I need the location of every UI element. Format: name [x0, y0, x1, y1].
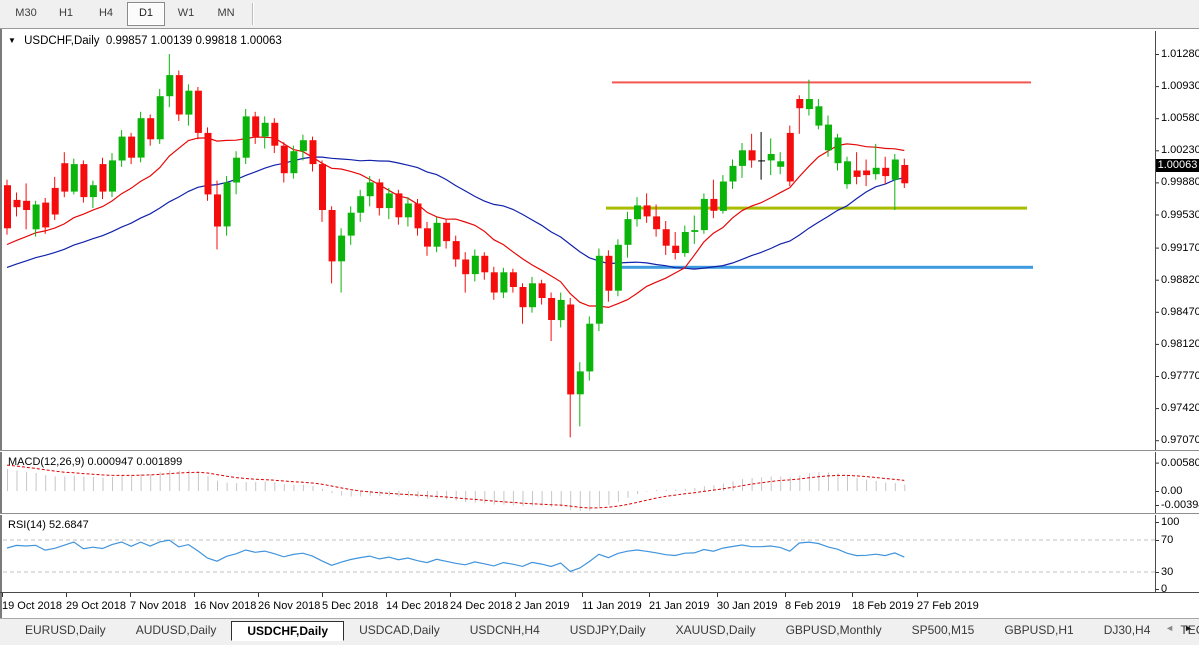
tab-gbpusd-h1[interactable]: GBPUSD,H1 — [989, 621, 1088, 640]
price-axis-label: 0.98120 — [1161, 338, 1199, 350]
axis-divider — [1155, 31, 1156, 593]
rsi-axis-label: 70 — [1161, 534, 1173, 546]
chart-title: ▼ USDCHF,Daily 0.99857 1.00139 0.99818 1… — [8, 35, 282, 47]
price-axis-label: 0.99880 — [1161, 176, 1199, 188]
price-axis-label: 0.99530 — [1161, 209, 1199, 221]
timeframe-button-m30[interactable]: M30 — [7, 2, 45, 26]
date-axis-label: 26 Nov 2018 — [258, 600, 320, 612]
price-axis-label: 0.97420 — [1161, 402, 1199, 414]
date-axis-label: 19 Oct 2018 — [2, 600, 62, 612]
date-axis-label: 18 Feb 2019 — [852, 600, 914, 612]
tab-scroll-arrows: ◄ ► — [1165, 622, 1193, 634]
toolbar-separator — [252, 3, 254, 25]
price-axis-label: 1.00930 — [1161, 80, 1199, 92]
tab-usdchf-daily[interactable]: USDCHF,Daily — [231, 621, 344, 641]
tab-eurusd-daily[interactable]: EURUSD,Daily — [10, 621, 121, 640]
timeframe-button-w1[interactable]: W1 — [167, 2, 205, 26]
price-axis-label: 0.98820 — [1161, 274, 1199, 286]
rsi-axis-label: 0 — [1161, 583, 1167, 595]
tab-gbpusd-monthly[interactable]: GBPUSD,Monthly — [771, 621, 897, 640]
date-axis-label: 11 Jan 2019 — [582, 600, 642, 612]
date-axis-line — [0, 592, 1199, 593]
price-axis-label: 0.98470 — [1161, 306, 1199, 318]
chart-ohlc-values: 0.99857 1.00139 0.99818 1.00063 — [106, 35, 282, 47]
timeframe-button-h1[interactable]: H1 — [47, 2, 85, 26]
chart-dropdown-icon[interactable]: ▼ — [8, 36, 16, 45]
tab-scroll-left-icon[interactable]: ◄ — [1165, 622, 1174, 634]
pane-separator-highlight — [0, 451, 1199, 452]
rsi-indicator-label: RSI(14) 52.6847 — [8, 519, 89, 531]
timeframe-button-h4[interactable]: H4 — [87, 2, 125, 26]
date-axis-label: 27 Feb 2019 — [917, 600, 979, 612]
tab-usdcnh-h4[interactable]: USDCNH,H4 — [455, 621, 555, 640]
chart-window[interactable] — [0, 29, 1199, 618]
tab-xauusd-daily[interactable]: XAUUSD,Daily — [661, 621, 771, 640]
rsi-axis-label: 30 — [1161, 566, 1173, 578]
tab-usdjpy-daily[interactable]: USDJPY,Daily — [555, 621, 661, 640]
date-axis-label: 14 Dec 2018 — [386, 600, 448, 612]
pane-separator-highlight — [0, 514, 1199, 515]
macd-axis-label: 0.005802 — [1161, 457, 1199, 469]
tab-scroll-right-icon[interactable]: ► — [1184, 622, 1193, 634]
current-price-tag: 1.00063 — [1156, 159, 1199, 172]
date-axis-label: 24 Dec 2018 — [450, 600, 512, 612]
trading-platform-window: M30H1H4D1W1MN ▼ USDCHF,Daily 0.99857 1.0… — [0, 0, 1199, 645]
tab-audusd-daily[interactable]: AUDUSD,Daily — [121, 621, 232, 640]
date-axis-label: 2 Jan 2019 — [515, 600, 569, 612]
timeframe-button-d1[interactable]: D1 — [127, 2, 165, 26]
tab-dj30-h4[interactable]: DJ30,H4 — [1089, 621, 1166, 640]
tab-usdcad-daily[interactable]: USDCAD,Daily — [344, 621, 455, 640]
macd-axis-label: 0.00 — [1161, 485, 1182, 497]
symbol-tab-bar: EURUSD,DailyAUDUSD,DailyUSDCHF,DailyUSDC… — [0, 618, 1199, 645]
chart-symbol-label: USDCHF,Daily — [24, 35, 99, 47]
tab-sp500-m15[interactable]: SP500,M15 — [897, 621, 990, 640]
price-axis-label: 0.99170 — [1161, 242, 1199, 254]
date-axis-label: 8 Feb 2019 — [785, 600, 841, 612]
timeframe-toolbar: M30H1H4D1W1MN — [0, 0, 1199, 29]
date-axis-label: 5 Dec 2018 — [322, 600, 378, 612]
rsi-axis-label: 100 — [1161, 516, 1179, 528]
date-axis-label: 29 Oct 2018 — [66, 600, 126, 612]
price-axis-label: 1.00580 — [1161, 112, 1199, 124]
date-axis-label: 16 Nov 2018 — [194, 600, 256, 612]
date-axis-label: 30 Jan 2019 — [717, 600, 778, 612]
price-axis-label: 0.97770 — [1161, 370, 1199, 382]
date-axis-label: 7 Nov 2018 — [130, 600, 186, 612]
macd-axis-label: -0.003945 — [1161, 499, 1199, 511]
price-axis-label: 1.01280 — [1161, 48, 1199, 60]
date-axis-label: 21 Jan 2019 — [649, 600, 710, 612]
price-axis-label: 1.00230 — [1161, 144, 1199, 156]
price-axis-label: 0.97070 — [1161, 434, 1199, 446]
timeframe-button-mn[interactable]: MN — [207, 2, 245, 26]
macd-indicator-label: MACD(12,26,9) 0.000947 0.001899 — [8, 456, 182, 468]
